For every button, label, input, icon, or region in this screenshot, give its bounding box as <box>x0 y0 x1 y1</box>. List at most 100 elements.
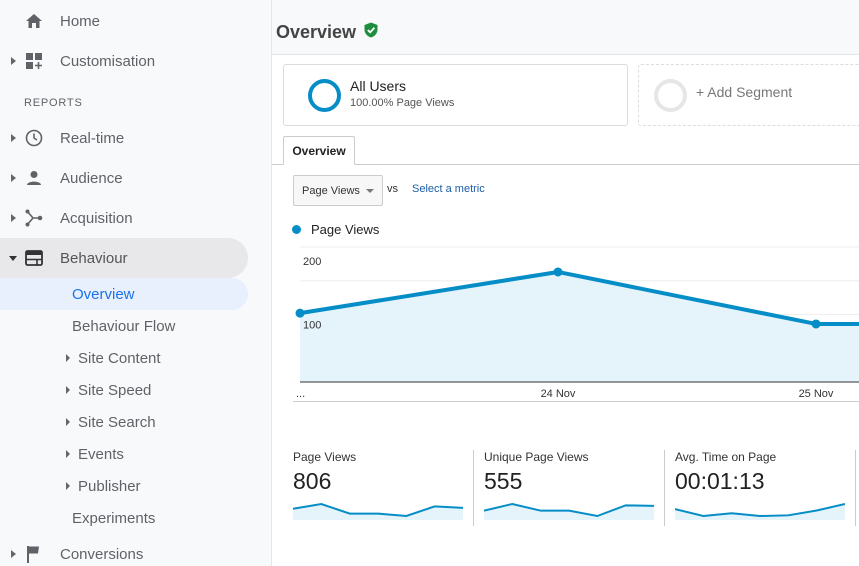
scorecard-sparkline <box>675 503 845 520</box>
clock-icon <box>25 129 43 147</box>
flag-icon <box>25 545 43 563</box>
scorecard-divider <box>855 450 856 526</box>
shield-check-icon <box>364 22 378 43</box>
y-tick-label: 200 <box>303 256 321 268</box>
legend-dot-icon <box>292 225 301 234</box>
sidebar-item-conversions[interactable]: Conversions <box>0 534 248 566</box>
segment-all-users[interactable]: All Users 100.00% Page Views <box>283 64 628 126</box>
page-views-chart: 200 100... 24 Nov 25 Nov <box>295 246 859 400</box>
sidebar-item-label: Overview <box>72 285 135 303</box>
sidebar-item-audience[interactable]: Audience <box>0 158 248 198</box>
caret-right-icon <box>11 134 16 142</box>
caret-right-icon <box>11 550 16 558</box>
caret-right-icon <box>66 386 70 394</box>
sidebar-subitem-behaviour-flow[interactable]: Behaviour Flow <box>0 310 248 342</box>
caret-right-icon <box>11 214 16 222</box>
person-icon <box>25 169 43 187</box>
sidebar-item-label: Publisher <box>78 477 141 495</box>
caret-right-icon <box>11 57 16 65</box>
sidebar-item-label: Site Content <box>78 349 161 367</box>
sidebar-item-real-time[interactable]: Real-time <box>0 118 248 158</box>
caret-right-icon <box>66 418 70 426</box>
caret-right-icon <box>66 354 70 362</box>
chart-bottom-divider <box>293 401 859 402</box>
scorecard-value: 555 <box>484 468 523 494</box>
add-segment-label: + Add Segment <box>696 84 793 100</box>
page-title-text: Overview <box>276 22 357 42</box>
add-segment-button[interactable]: + Add Segment <box>638 64 859 126</box>
sidebar-subitem-experiments[interactable]: Experiments <box>0 502 248 534</box>
sidebar-item-customisation[interactable]: Customisation <box>0 41 248 81</box>
sidebar-subitem-site-content[interactable]: Site Content <box>0 342 248 374</box>
sidebar: Home Customisation REPORTS Real-time Aud… <box>0 0 272 566</box>
sidebar-subitem-overview[interactable]: Overview <box>0 278 248 310</box>
caret-right-icon <box>66 450 70 458</box>
sidebar-item-label: Behaviour Flow <box>72 317 176 335</box>
sidebar-item-acquisition[interactable]: Acquisition <box>0 198 248 238</box>
scorecard-sparkline <box>293 502 463 520</box>
segment-subtitle: 100.00% Page Views <box>350 97 455 109</box>
scorecard-value: 806 <box>293 468 332 494</box>
legend-label: Page Views <box>311 222 380 237</box>
sidebar-item-label: Conversions <box>60 545 144 563</box>
sidebar-item-home[interactable]: Home <box>0 1 248 41</box>
scorecard-avg-time-on-page[interactable]: Avg. Time on Page 00:01:13 <box>675 450 859 526</box>
caret-down-icon <box>9 255 17 261</box>
sidebar-item-label: Behaviour <box>60 249 128 267</box>
sidebar-subitem-site-speed[interactable]: Site Speed <box>0 374 248 406</box>
metric-select-dropdown[interactable]: Page Views <box>293 175 383 206</box>
tab-bar-divider <box>272 164 859 165</box>
scorecard-unique-page-views[interactable]: Unique Page Views 555 <box>484 450 674 526</box>
sidebar-item-label: Audience <box>60 169 123 187</box>
home-icon <box>25 12 43 30</box>
data-point <box>553 267 563 277</box>
sidebar-item-label: Site Search <box>78 413 156 431</box>
dashboard-add-icon <box>25 52 43 70</box>
scorecard-value: 00:01:13 <box>675 468 765 494</box>
page-title: Overview <box>276 22 378 43</box>
x-tick-label: 24 Nov <box>541 388 576 400</box>
scorecard-divider <box>473 450 474 526</box>
sidebar-item-label: Site Speed <box>78 381 152 399</box>
empty-segment-ring-icon <box>654 79 687 112</box>
x-tick-label: ... <box>296 388 305 400</box>
sidebar-item-label: Acquisition <box>60 209 133 227</box>
segment-title: All Users <box>350 78 407 94</box>
x-tick-label: 25 Nov <box>799 388 834 400</box>
sidebar-subitem-publisher[interactable]: Publisher <box>0 470 248 502</box>
caret-right-icon <box>11 174 16 182</box>
select-metric-link[interactable]: Select a metric <box>412 183 485 195</box>
chart-legend: Page Views <box>292 222 379 237</box>
behaviour-icon <box>25 249 43 267</box>
sparkline-area <box>675 504 845 520</box>
scorecard-divider <box>664 450 665 526</box>
scorecard-label: Unique Page Views <box>484 450 589 464</box>
sidebar-item-label: Real-time <box>60 129 125 147</box>
caret-right-icon <box>66 482 70 490</box>
area-fill <box>300 271 859 382</box>
vs-label: vs <box>387 183 398 195</box>
scorecard-label: Page Views <box>293 450 357 464</box>
data-point <box>295 308 305 318</box>
scorecard-sparkline <box>484 502 654 520</box>
sidebar-item-label: Experiments <box>72 509 156 527</box>
sidebar-item-label: Customisation <box>60 52 156 70</box>
acquisition-icon <box>25 209 43 227</box>
main-content: Overview All Users 100.00% Page Views + … <box>272 0 859 566</box>
sparkline-area <box>484 504 654 520</box>
sidebar-item-behaviour[interactable]: Behaviour <box>0 238 248 278</box>
metric-select-value: Page Views <box>302 184 360 197</box>
scorecard-page-views[interactable]: Page Views 806 <box>293 450 483 526</box>
sidebar-subitem-site-search[interactable]: Site Search <box>0 406 248 438</box>
tab-overview[interactable]: Overview <box>283 136 355 165</box>
y-tick-label: 100 <box>303 320 321 332</box>
sidebar-subitem-events[interactable]: Events <box>0 438 248 470</box>
scorecard-label: Avg. Time on Page <box>675 450 777 464</box>
sidebar-item-label: Events <box>78 445 124 463</box>
sidebar-item-label: Home <box>60 12 101 30</box>
data-point <box>811 319 821 329</box>
segment-ring-icon <box>308 79 341 112</box>
report-panel: All Users 100.00% Page Views + Add Segme… <box>272 54 859 566</box>
chevron-down-icon <box>366 189 374 193</box>
reports-section-title: REPORTS <box>24 97 83 109</box>
